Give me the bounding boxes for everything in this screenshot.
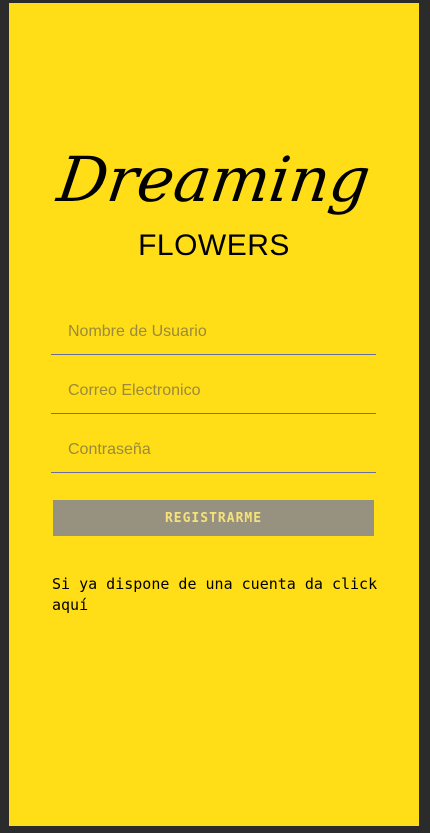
logo-title: Dreaming [53,143,375,216]
register-screen: Dreaming FLOWERS REGISTRARME Si ya dispo… [9,3,419,826]
email-field [51,365,376,414]
register-button[interactable]: REGISTRARME [53,500,374,536]
logo-subtitle: FLOWERS [138,229,290,262]
password-field [51,424,376,473]
login-link[interactable]: Si ya dispone de una cuenta da click aqu… [52,574,382,616]
email-input[interactable] [51,365,376,413]
password-input[interactable] [51,424,376,472]
username-input[interactable] [51,306,376,354]
username-field [51,306,376,355]
